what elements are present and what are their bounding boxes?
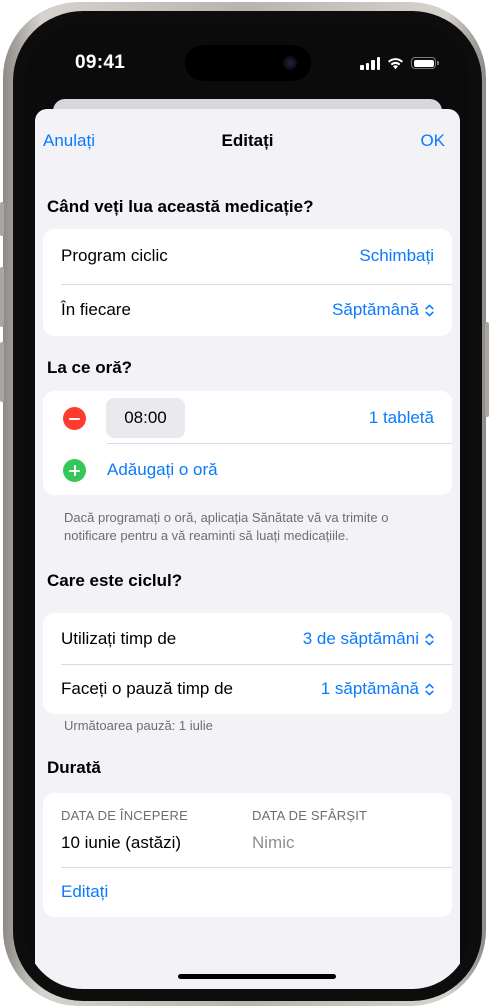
home-indicator[interactable] (178, 974, 336, 979)
end-date-value: Nimic (252, 833, 295, 852)
screen: 09:41 Anulați Editați OK Când veți lua a… (25, 23, 470, 989)
start-date-value: 10 iunie (astăzi) (61, 833, 182, 852)
pause-duration-picker[interactable]: 1 săptămână (321, 679, 434, 699)
pause-duration-label: Faceți o pauză timp de (61, 679, 233, 698)
cycle-group: Utilizați timp de 3 de săptămâni Faceți … (43, 613, 452, 714)
cyclic-schedule-row[interactable]: Program ciclic Schimbați (43, 231, 452, 281)
volume-down-button (0, 342, 4, 402)
start-date-caption: DATA DE ÎNCEPERE (61, 808, 188, 823)
row-divider (61, 867, 452, 868)
wifi-icon (388, 57, 403, 69)
use-duration-row[interactable]: Utilizați timp de 3 de săptămâni (43, 614, 452, 664)
pause-duration-row[interactable]: Faceți o pauză timp de 1 săptămână (43, 664, 452, 714)
change-schedule-button[interactable]: Schimbați (359, 246, 434, 266)
add-time-button[interactable]: Adăugați o oră (107, 460, 218, 480)
frequency-row[interactable]: În fiecare Săptămână (43, 285, 452, 335)
up-down-chevron-icon (425, 633, 434, 645)
duration-group: DATA DE ÎNCEPERE 10 iunie (astăzi) DATA … (43, 793, 452, 917)
done-button[interactable]: OK (420, 131, 445, 151)
dose-time-field[interactable]: 08:00 (106, 398, 185, 438)
time-section-title: La ce oră? (47, 358, 133, 377)
volume-up-button (0, 267, 4, 327)
notification-footnote: Dacă programați o oră, aplicația Sănătat… (64, 510, 389, 543)
use-duration-label: Utilizați timp de (61, 629, 177, 648)
frequency-picker[interactable]: Săptămână (332, 300, 434, 320)
edit-medication-sheet: Anulați Editați OK Când veți lua această… (35, 109, 460, 989)
cyclic-schedule-label: Program ciclic (61, 246, 168, 265)
status-icons (360, 55, 439, 71)
up-down-chevron-icon (425, 304, 434, 316)
schedule-group: Program ciclic Schimbați În fiecare Săpt… (43, 229, 452, 336)
nav-bar: Anulați Editați OK (35, 109, 460, 169)
status-time: 09:41 (75, 52, 126, 73)
up-down-chevron-icon (425, 683, 434, 695)
edit-duration-button[interactable]: Editați (61, 882, 108, 902)
front-camera (283, 56, 297, 70)
end-date-caption: DATA DE SFÂRȘIT (252, 808, 368, 823)
row-divider (107, 443, 452, 444)
time-group: 08:00 1 tabletă Adăugați o oră (43, 391, 452, 495)
pause-duration-value: 1 săptămână (320, 679, 419, 698)
status-bar: 09:41 (25, 23, 470, 93)
bezel: 09:41 Anulați Editați OK Când veți lua a… (13, 11, 482, 1001)
nav-title: Editați (221, 131, 274, 150)
use-duration-picker[interactable]: 3 de săptămâni (303, 629, 434, 649)
remove-circle-icon[interactable] (63, 407, 86, 430)
use-duration-value: 3 de săptămâni (302, 629, 419, 648)
duration-section-title: Durată (47, 758, 101, 777)
action-button (0, 202, 4, 236)
battery-icon (411, 57, 439, 69)
frequency-value: Săptămână (332, 300, 419, 319)
phone-frame: 09:41 Anulați Editați OK Când veți lua a… (0, 2, 489, 1006)
cellular-signal-icon (360, 56, 380, 70)
schedule-section-title: Când veți lua această medicație? (47, 197, 314, 216)
cycle-section-title: Care este ciclul? (47, 571, 183, 590)
next-pause-footnote: Următoarea pauză: 1 iulie (64, 718, 213, 733)
dose-amount-button[interactable]: 1 tabletă (369, 408, 434, 428)
add-circle-icon[interactable] (63, 459, 86, 482)
power-button (485, 322, 489, 417)
frequency-label: În fiecare (61, 300, 131, 319)
change-schedule-label: Schimbați (359, 246, 434, 265)
